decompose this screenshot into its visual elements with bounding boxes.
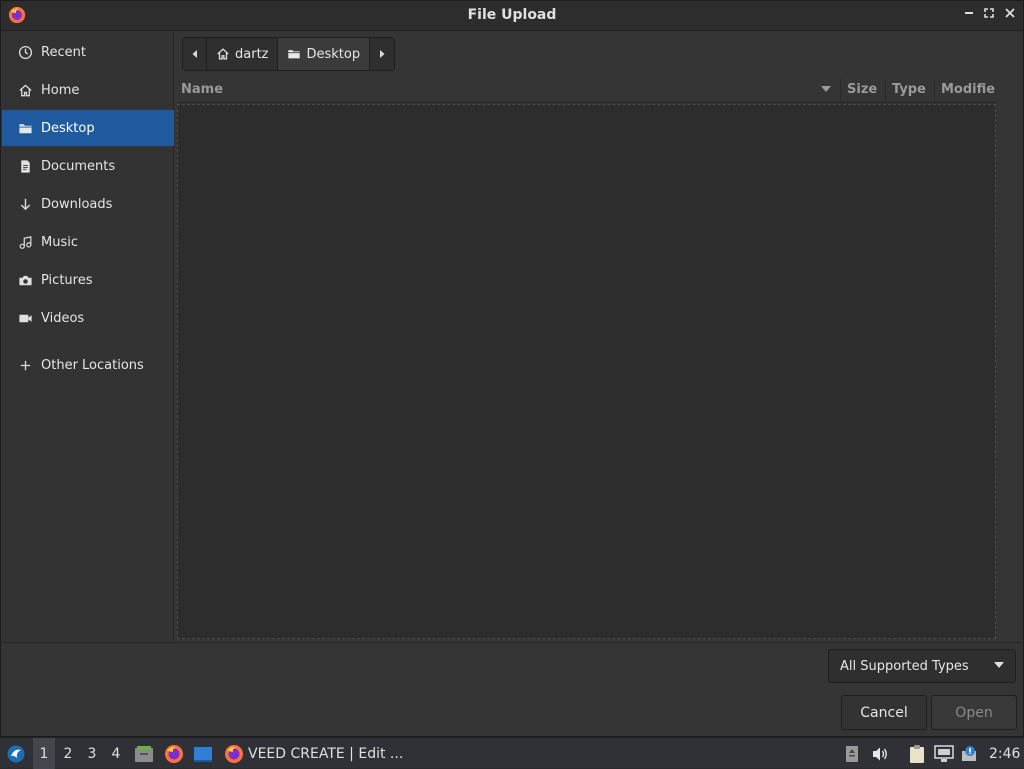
lxqt-logo-icon: [7, 745, 25, 762]
sidebar-item-home[interactable]: Home: [2, 72, 174, 108]
folder-icon: [16, 119, 34, 137]
column-separator: [885, 79, 886, 101]
column-header-size[interactable]: Size: [847, 82, 877, 97]
maximize-icon: [984, 8, 994, 18]
sort-descending-icon[interactable]: [820, 85, 832, 93]
path-segment-home[interactable]: dartz: [207, 38, 279, 70]
notifications-button[interactable]: [960, 738, 980, 769]
close-button[interactable]: [1000, 5, 1020, 25]
footer-divider: [2, 642, 1024, 643]
sidebar-item-documents[interactable]: Documents: [2, 148, 174, 184]
workspace-label: 1: [39, 745, 49, 762]
clock-icon: [16, 43, 34, 61]
sidebar-item-label: Downloads: [41, 196, 113, 212]
music-icon: [16, 233, 34, 251]
minimize-icon: [965, 12, 973, 14]
taskbar-window-veed[interactable]: VEED CREATE | Edit ...: [224, 738, 403, 769]
sidebar-item-desktop[interactable]: Desktop: [2, 110, 174, 146]
sidebar-item-label: Other Locations: [41, 357, 144, 373]
cancel-button[interactable]: Cancel: [841, 695, 927, 730]
workspace-label: 2: [63, 745, 73, 762]
path-segment-current[interactable]: Desktop: [278, 38, 371, 70]
firefox-launcher[interactable]: [163, 738, 185, 769]
desktop-icon: [194, 746, 212, 762]
firefox-icon: [165, 744, 183, 763]
video-icon: [16, 309, 34, 327]
plus-icon: [16, 356, 34, 374]
sidebar-item-other-locations[interactable]: Other Locations: [2, 347, 174, 383]
home-icon: [217, 48, 229, 60]
camera-icon: [16, 271, 34, 289]
taskbar-window-label: VEED CREATE | Edit ...: [248, 745, 404, 762]
workspace-label: 4: [111, 745, 121, 762]
folder-icon: [288, 50, 301, 59]
sidebar-item-label: Pictures: [41, 272, 93, 288]
taskbar: 1 2 3 4 VEED CREATE | Edit ... 2:46: [0, 737, 1024, 769]
sidebar-item-downloads[interactable]: Downloads: [2, 186, 174, 222]
sidebar-item-music[interactable]: Music: [2, 224, 174, 260]
close-icon: [1005, 8, 1015, 18]
firefox-icon: [225, 744, 243, 763]
path-segment-label: Desktop: [306, 46, 361, 62]
column-separator: [840, 79, 841, 101]
sidebar-item-label: Home: [41, 82, 80, 98]
tray-storage-button[interactable]: [843, 738, 861, 769]
notification-icon: [962, 745, 976, 761]
sidebar-item-label: Desktop: [41, 120, 95, 136]
document-icon: [16, 157, 34, 175]
clock-time: 2:46: [989, 745, 1021, 762]
start-menu-button[interactable]: [4, 738, 28, 769]
file-type-filter-dropdown[interactable]: All Supported Types: [828, 649, 1016, 683]
column-header-type[interactable]: Type: [892, 82, 926, 97]
path-scroll-right-button[interactable]: [370, 38, 395, 70]
path-scroll-left-button[interactable]: [183, 38, 207, 70]
file-manager-icon: [135, 745, 153, 762]
file-manager-launcher[interactable]: [133, 738, 155, 769]
file-list[interactable]: [177, 104, 996, 639]
minimize-button[interactable]: [959, 5, 979, 25]
network-button[interactable]: [933, 738, 955, 769]
maximize-button[interactable]: [979, 5, 999, 25]
sidebar-item-label: Videos: [41, 310, 85, 326]
path-segment-label: dartz: [235, 46, 269, 62]
chevron-left-icon: [192, 50, 197, 58]
filter-selected-value: All Supported Types: [840, 658, 969, 674]
sidebar-item-label: Documents: [41, 158, 116, 174]
download-icon: [16, 195, 34, 213]
places-sidebar: Recent Home Desktop Documents Downloads: [2, 32, 174, 641]
column-separator: [934, 79, 935, 101]
volume-button[interactable]: [870, 738, 890, 769]
window-title: File Upload: [467, 7, 557, 23]
sidebar-item-pictures[interactable]: Pictures: [2, 262, 174, 298]
clipboard-button[interactable]: [907, 738, 927, 769]
title-bar: File Upload: [1, 1, 1023, 31]
network-icon: [934, 744, 954, 762]
clock[interactable]: 2:46: [989, 738, 1020, 769]
clipboard-icon: [910, 744, 924, 763]
column-header-name[interactable]: Name: [181, 82, 223, 97]
workspace-1-button[interactable]: 1: [33, 738, 55, 769]
workspace-4-button[interactable]: 4: [105, 738, 127, 769]
sidebar-item-videos[interactable]: Videos: [2, 300, 174, 336]
file-upload-dialog: File Upload Recent Home Desktop Document…: [0, 0, 1024, 737]
column-header-modified[interactable]: Modifie: [941, 82, 995, 97]
home-icon: [16, 81, 34, 99]
workspace-label: 3: [87, 745, 97, 762]
removable-drive-icon: [846, 745, 858, 762]
show-desktop-button[interactable]: [192, 738, 214, 769]
workspace-2-button[interactable]: 2: [57, 738, 79, 769]
file-list-header: Name Size Type Modifie: [177, 77, 996, 103]
chevron-down-icon: [994, 662, 1004, 668]
chevron-right-icon: [380, 50, 385, 58]
workspace-3-button[interactable]: 3: [81, 738, 103, 769]
open-button[interactable]: Open: [931, 695, 1017, 730]
sidebar-item-recent[interactable]: Recent: [2, 34, 174, 70]
path-bar: dartz Desktop: [182, 37, 396, 71]
volume-icon: [873, 747, 887, 760]
sidebar-item-label: Recent: [41, 44, 86, 60]
sidebar-item-label: Music: [41, 234, 78, 250]
